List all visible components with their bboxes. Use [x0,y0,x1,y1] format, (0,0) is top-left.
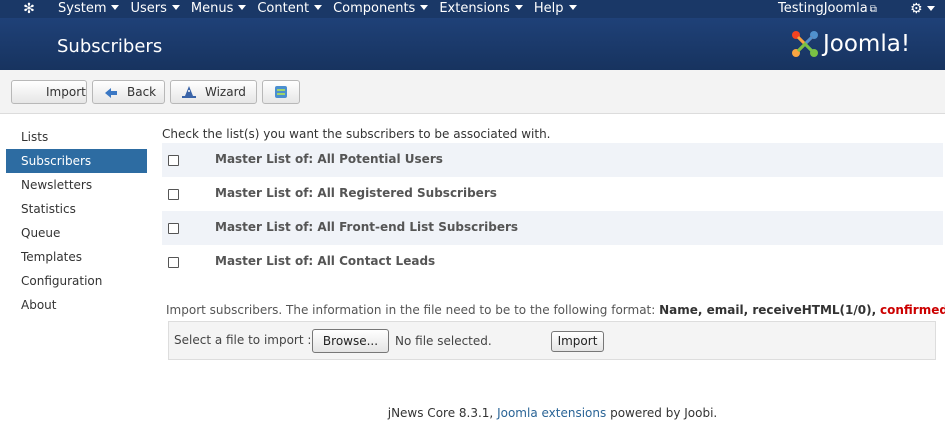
sidebar-item-configuration[interactable]: Configuration [6,269,147,293]
brand-name: Joomla! [823,31,911,57]
gear-icon: ⚙ [910,1,923,17]
joomla-icon[interactable]: ✻ [20,1,38,17]
menu-label: Menus [190,1,234,16]
list-checkbox[interactable] [168,223,179,234]
import-submit-button[interactable]: Import [551,331,604,352]
list-label: Master List of: All Potential Users [215,152,443,166]
import-icon [22,85,38,99]
menu-help[interactable]: Help [534,0,577,18]
list-item: Master List of: All Contact Leads [162,245,943,279]
menu-users[interactable]: Users [130,0,180,18]
import-button-label: Import [46,85,86,99]
joomla-logo: Joomla! [790,28,910,60]
import-format-info: Import subscribers. The information in t… [166,302,945,318]
list-label: Master List of: All Front-end List Subsc… [215,220,519,234]
sidebar: Lists Subscribers Newsletters Statistics… [6,125,147,317]
wizard-button-label: Wizard [205,85,246,99]
caret-down-icon [568,5,577,10]
sidebar-item-lists[interactable]: Lists [6,125,147,149]
list-item: Master List of: All Potential Users [162,143,943,177]
site-link[interactable]: TestingJoomla ⧉ [778,0,877,19]
back-arrow-icon [105,88,117,98]
admin-menu-bar: ✻ System Users Menus Content Components … [0,0,945,18]
menu-content[interactable]: Content [257,0,323,18]
import-format: Name, email, receiveHTML(1/0), [659,303,877,317]
caret-down-icon [314,5,323,10]
menu-label: Components [333,1,416,16]
list-checkbox[interactable] [168,155,179,166]
import-info-text: Import subscribers. The information in t… [166,303,656,317]
external-link-icon: ⧉ [869,4,877,15]
export-button[interactable] [262,80,300,104]
joomla-logo-icon [792,31,818,57]
page-header: Subscribers Joomla! [0,18,945,70]
page-title: Subscribers [57,36,163,57]
list-checkbox[interactable] [168,257,179,268]
menu-components[interactable]: Components [333,0,429,18]
list-label: Master List of: All Registered Subscribe… [215,186,497,200]
sidebar-item-queue[interactable]: Queue [6,221,147,245]
toolbar: Import Back Wizard [0,70,945,114]
sidebar-item-about[interactable]: About [6,293,147,317]
menu-label: Extensions [439,1,510,16]
sidebar-item-statistics[interactable]: Statistics [6,197,147,221]
list-item: Master List of: All Front-end List Subsc… [162,211,943,245]
browse-button[interactable]: Browse... [312,329,389,353]
caret-down-icon [926,6,935,11]
menu-label: Content [257,1,310,16]
admin-menu: System Users Menus Content Components Ex… [58,0,588,18]
footer-suffix: powered by Joobi. [610,406,718,420]
menu-menus[interactable]: Menus [190,0,247,18]
back-button[interactable]: Back [92,80,165,104]
import-button[interactable]: Import [11,80,87,104]
menu-extensions[interactable]: Extensions [439,0,523,18]
menu-label: System [58,1,107,16]
list-label: Master List of: All Contact Leads [215,254,436,268]
menu-label: Help [533,1,564,16]
intro-text: Check the list(s) you want the subscribe… [162,127,551,141]
footer: jNews Core 8.3.1, Joomla extensions powe… [0,406,945,420]
file-status: No file selected. [395,334,492,348]
list-checkbox[interactable] [168,189,179,200]
file-upload-box: Select a file to import : Browse... No f… [168,321,936,360]
menu-label: Users [130,1,167,16]
caret-down-icon [420,5,429,10]
wizard-button[interactable]: Wizard [170,80,257,104]
file-label: Select a file to import : [174,333,312,347]
caret-down-icon [514,5,523,10]
sidebar-item-newsletters[interactable]: Newsletters [6,173,147,197]
list-item: Master List of: All Registered Subscribe… [162,177,943,211]
caret-down-icon [238,5,247,10]
caret-down-icon [111,5,120,10]
import-format-required: confirmed(1/0) [879,303,945,317]
back-button-label: Back [127,85,157,99]
menu-system[interactable]: System [58,0,120,18]
database-icon [275,86,287,98]
sidebar-item-subscribers[interactable]: Subscribers [6,149,147,173]
site-name: TestingJoomla [778,1,868,16]
main-content: Check the list(s) you want the subscribe… [162,125,945,360]
wizard-hat-icon [182,86,196,98]
settings-menu[interactable]: ⚙ [910,0,935,18]
footer-link[interactable]: Joomla extensions [497,406,606,420]
sidebar-item-templates[interactable]: Templates [6,245,147,269]
footer-prefix: jNews Core 8.3.1, [387,406,494,420]
caret-down-icon [171,5,180,10]
